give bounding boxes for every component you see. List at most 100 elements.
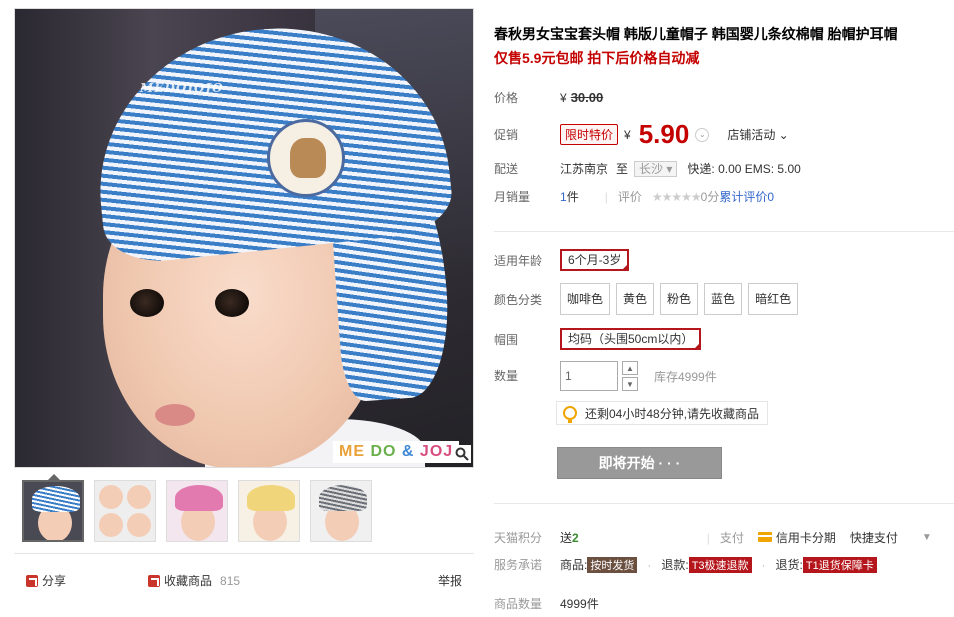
hat-patch [267,119,345,197]
chevron-down-icon: ⌄ [778,128,789,142]
chevron-down-icon[interactable]: ▼ [922,532,932,543]
price-chevron-icon[interactable]: ⌄ [695,127,710,142]
quantity-label: 数量 [494,369,519,383]
goods-label: 商品: [560,558,588,572]
points-value: 2 [572,530,579,545]
stock-count: 库存4999件 [654,369,717,384]
promise-row: 服务承诺 商品: 按时发货 · 退款: T3极速退款 · 退货: T1退货保障卡 [494,556,877,573]
promo-label: 促销 [494,128,519,142]
baby-mouth [155,404,195,426]
thumb-hat [247,485,295,511]
lightbulb-icon [563,406,577,423]
image-watermark: MEDOJOJO [140,81,224,95]
promise-label: 服务承诺 [494,558,543,572]
size-option[interactable]: 均码（头围50cm以内） [560,328,702,350]
age-label: 适用年龄 [494,253,543,268]
share-bar: 分享 收藏商品 815 举报 [14,553,474,603]
monthly-sales-count: 1 [560,189,567,204]
color-option-yellow[interactable]: 黄色 [616,283,655,315]
color-option-coffee[interactable]: 咖啡色 [560,283,611,315]
brand-letters-3: & [401,443,415,460]
favorite-label: 收藏商品 [164,574,213,588]
thumbnail-strip [22,480,372,542]
fast-refund-badge[interactable]: T3极速退款 [688,556,752,573]
size-label: 帽围 [494,332,519,347]
color-option-pink[interactable]: 粉色 [660,283,699,315]
shipping-to-word: 至 [616,162,629,176]
original-price: 30.00 [570,90,604,105]
credit-card-option[interactable]: 信用卡分期 [757,529,836,546]
separator: · [647,557,652,572]
thumbnail-2[interactable] [94,480,156,542]
color-option-dark-red[interactable]: 暗红色 [748,283,799,315]
thumbnail-5[interactable] [310,480,372,542]
color-row: 颜色分类 咖啡色 黄色 粉色 蓝色 暗红色 [494,283,804,315]
brand-letters-2: DO [370,443,397,460]
return-label: 退货: [775,558,803,572]
shipping-fees: 快递: 0.00 EMS: 5.00 [687,162,801,176]
thumb-face [127,485,151,509]
quantity-input[interactable] [560,361,618,391]
thumbnail-4[interactable] [238,480,300,542]
report-link[interactable]: 举报 [438,572,462,589]
monthly-sales-label: 月销量 [494,190,531,204]
product-quantity-value: 4999件 [560,597,599,611]
store-activity-dropdown[interactable]: 店铺活动 ⌄ [727,126,788,143]
favorite-icon [148,574,160,587]
sales-row: 月销量 1 件 | 评价 ★★★★★ 0分 累计评价0 [494,188,774,205]
points-label: 天猫积分 [494,531,543,545]
thumbnail-3[interactable] [166,480,228,542]
baby-eye-right [215,289,249,317]
quantity-stepper: ▲ ▼ [622,361,638,391]
brand-logo: ME DO & JOJ [333,441,460,463]
quick-pay-option[interactable]: 快捷支付 [850,529,898,546]
zoom-icon[interactable] [453,445,471,463]
age-row: 适用年龄 6个月-3岁 [494,249,635,271]
share-label: 分享 [42,574,67,588]
product-quantity-label: 商品数量 [494,597,543,611]
reminder-tip: 还剩04小时48分钟,请先收藏商品 [556,401,769,425]
rating-score: 0分 [700,190,720,204]
thumb-face [99,485,123,509]
separator: · [761,557,766,572]
decrease-button[interactable]: ▼ [622,377,638,391]
review-label: 评价 [617,190,642,204]
product-title: 春秋男女宝宝套头帽 韩版儿童帽子 韩国婴儿条纹棉帽 胎帽护耳帽 [494,26,898,42]
return-guarantee-badge[interactable]: T1退货保障卡 [802,556,877,573]
rating-stars: ★★★★★ [651,189,702,204]
share-icon [26,574,38,587]
refund-label: 退款: [661,558,689,572]
thumbnail-1[interactable] [22,480,84,542]
thumb-hat [319,485,367,511]
total-reviews-link[interactable]: 累计评价0 [719,188,774,205]
thumb-hat [175,485,223,511]
age-option[interactable]: 6个月-3岁 [560,249,630,271]
color-label: 颜色分类 [494,292,543,307]
product-subtitle: 仅售5.9元包邮 拍下后价格自动减 [494,50,700,66]
store-activity-label: 店铺活动 [727,128,776,142]
brand-letters-4: JOJ [419,443,454,460]
increase-button[interactable]: ▲ [622,361,638,375]
currency-symbol: ¥ [560,90,567,105]
points-row: 天猫积分 送 2 | 支付 信用卡分期 快捷支付 ▼ [494,529,932,546]
thumb-face [127,513,151,537]
shipping-row: 配送 江苏南京 至 长沙 ▾ 快递: 0.00 EMS: 5.00 [494,160,801,177]
price-label: 价格 [494,91,519,105]
credit-card-icon [757,532,772,542]
price-row: 价格 ¥ 30.00 [494,89,603,106]
current-price: 5.90 [638,119,690,149]
promo-tag: 限时特价 [560,124,619,145]
destination-select[interactable]: 长沙 ▾ [634,160,678,177]
points-prefix: 送 [560,531,573,545]
color-option-blue[interactable]: 蓝色 [704,283,743,315]
on-time-delivery-badge[interactable]: 按时发货 [587,556,638,573]
favorite-button[interactable]: 收藏商品 815 [148,572,240,589]
share-button[interactable]: 分享 [26,572,66,589]
buy-button[interactable]: 即将开始 · · · [557,447,722,479]
total-reviews-label: 累计评价 [719,190,768,204]
size-row: 帽围 均码（头围50cm以内） [494,328,707,350]
destination-value: 长沙 [639,161,664,176]
currency-symbol: ¥ [624,127,631,142]
monthly-sales-unit: 件 [566,190,579,204]
main-product-image[interactable]: MEDOJOJO ME DO & JOJ [14,8,474,468]
